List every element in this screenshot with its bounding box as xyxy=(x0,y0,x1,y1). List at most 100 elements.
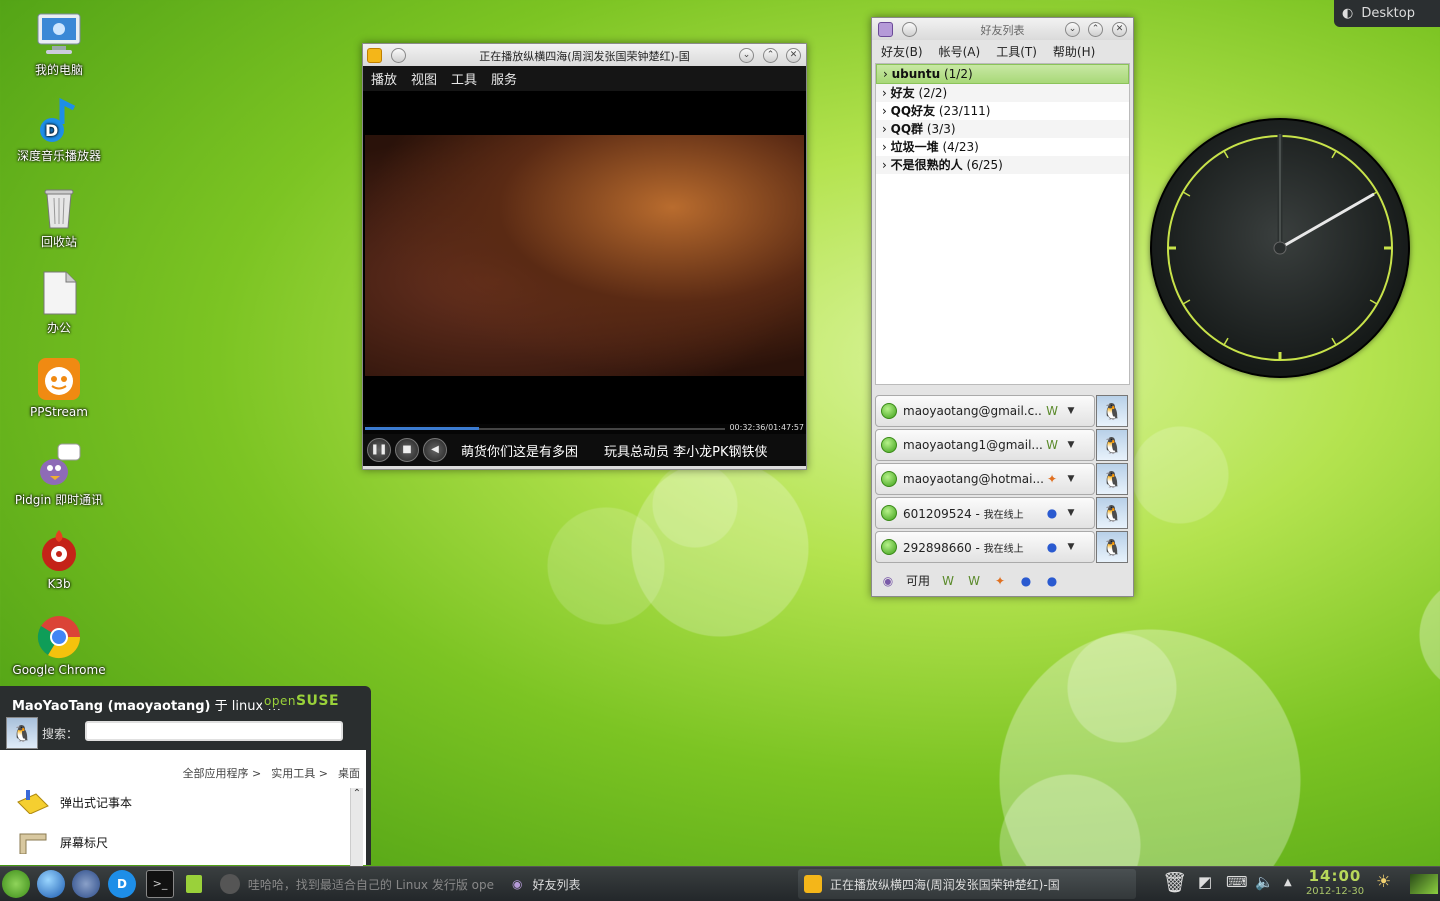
clock-tick xyxy=(1331,337,1337,346)
opensuse-menu-icon[interactable] xyxy=(2,870,30,898)
task-video-player[interactable]: 正在播放纵横四海(周润发张国荣钟楚红)-国 xyxy=(798,869,1136,899)
menu-help[interactable]: 帮助(H) xyxy=(1053,43,1095,60)
search-input[interactable] xyxy=(85,721,343,741)
desktop-icon-chrome[interactable]: Google Chrome xyxy=(4,614,114,677)
menu-service[interactable]: 服务 xyxy=(491,69,517,88)
desktop-icon-label: Google Chrome xyxy=(12,663,106,677)
buddy-list-window[interactable]: 好友列表 ⌄ ⌃ ✕ 好友(B) 帐号(A) 工具(T) 帮助(H) › ubu… xyxy=(871,17,1134,597)
chevron-down-icon[interactable]: ▼ xyxy=(1061,542,1081,552)
qq-account-icon[interactable]: ● xyxy=(1044,573,1060,589)
application-launcher[interactable]: MaoYaoTang (maoyaotang) 于 linux-m openSU… xyxy=(0,686,371,866)
menu-tools[interactable]: 工具 xyxy=(451,69,477,88)
account-status-selector[interactable]: maoyaotang@gmail.c... W ▼ xyxy=(875,395,1095,427)
scroll-up-icon[interactable]: ⌃ xyxy=(351,788,363,799)
desktop-icon-trash[interactable]: 回收站 xyxy=(4,184,114,250)
desktop-icon-pidgin[interactable]: Pidgin 即时通讯 xyxy=(4,442,114,508)
menu-play[interactable]: 播放 xyxy=(371,69,397,88)
breadcrumb: 全部应用程序 > 实用工具 > 桌面 xyxy=(183,765,360,781)
task-buddy-list[interactable]: ◉ 好友列表 xyxy=(508,869,788,899)
terminal-icon[interactable]: >_ xyxy=(146,870,174,898)
expand-tray-icon[interactable]: ▲ xyxy=(1284,877,1292,888)
menu-tools[interactable]: 工具(T) xyxy=(996,43,1037,60)
keyboard-icon[interactable]: ⌨ xyxy=(1226,873,1248,891)
menu-buddies[interactable]: 好友(B) xyxy=(881,43,923,60)
desktop-icon-computer[interactable]: 我的电脑 xyxy=(4,12,114,78)
desktop-icon-office[interactable]: 办公 xyxy=(4,270,114,336)
stop-button[interactable]: ■ xyxy=(395,438,419,462)
account-status-selector[interactable]: 292898660 - 我在线上 ● ▼ xyxy=(875,531,1095,563)
globe-icon[interactable] xyxy=(37,870,65,898)
account-status-selector[interactable]: maoyaotang1@gmail.... W ▼ xyxy=(875,429,1095,461)
chrome-task-icon xyxy=(220,874,240,894)
account-status-selector[interactable]: maoyaotang@hotmai... ✦ ▼ xyxy=(875,463,1095,495)
chevron-down-icon[interactable]: ▼ xyxy=(1061,440,1081,450)
volume-icon[interactable]: 🔈 xyxy=(1255,873,1274,891)
maximize-icon[interactable]: ⌃ xyxy=(763,48,778,63)
buddy-titlebar[interactable]: 好友列表 ⌄ ⌃ ✕ xyxy=(872,18,1133,40)
launcher-scrollbar[interactable]: ⌃ xyxy=(350,788,363,866)
desktop-icon-k3b[interactable]: K3b xyxy=(4,528,114,591)
available-status-icon xyxy=(881,505,897,521)
video-player-window[interactable]: 正在播放纵横四海(周润发张国荣钟楚红)-国 ⌄ ⌃ ✕ 播放 视图 工具 服务 … xyxy=(362,43,807,470)
account-status-selector[interactable]: 601209524 - 我在线上 ● ▼ xyxy=(875,497,1095,529)
music-player-icon[interactable]: D xyxy=(108,870,136,898)
group-row[interactable]: › QQ群 (3/3) xyxy=(876,120,1129,138)
desktop-icon-music-player[interactable]: D 深度音乐播放器 xyxy=(4,97,114,164)
breadcrumb-utilities[interactable]: 实用工具 > xyxy=(271,765,328,781)
chevron-down-icon[interactable]: ▼ xyxy=(1061,406,1081,416)
maximize-icon[interactable]: ⌃ xyxy=(1088,22,1103,37)
menu-view[interactable]: 视图 xyxy=(411,69,437,88)
close-icon[interactable]: ✕ xyxy=(1112,22,1127,37)
desktop-pager[interactable] xyxy=(1410,874,1438,894)
notes-icon[interactable] xyxy=(186,875,202,893)
news-ticker[interactable]: 萌货你们这是有多困 玩具总动员 李小龙PK钢铁侠 xyxy=(461,441,801,460)
weather-icon[interactable]: ☀ xyxy=(1376,872,1391,892)
desktop-button[interactable]: ◐ Desktop xyxy=(1334,0,1440,27)
group-row[interactable]: › 垃圾一堆 (4/23) xyxy=(876,138,1129,156)
menu-accounts[interactable]: 帐号(A) xyxy=(939,43,981,60)
qq-icon: ● xyxy=(1046,506,1058,520)
account-avatar[interactable]: 🐧 xyxy=(1096,497,1128,529)
pause-button[interactable]: ❚❚ xyxy=(367,438,391,462)
gtalk-account-icon[interactable]: W xyxy=(966,573,982,589)
player-titlebar[interactable]: 正在播放纵横四海(周润发张国荣钟楚红)-国 ⌄ ⌃ ✕ xyxy=(363,44,806,66)
account-avatar[interactable]: 🐧 xyxy=(1096,429,1128,461)
launcher-item-notes[interactable]: 弹出式记事本 xyxy=(16,790,132,814)
buddy-group-list[interactable]: › ubuntu (1/2) › 好友 (2/2) › QQ好友 (23/111… xyxy=(875,63,1130,385)
trash-tray-icon[interactable]: 🗑 xyxy=(1162,870,1187,894)
group-row[interactable]: › 不是很熟的人 (6/25) xyxy=(876,156,1129,174)
minimize-icon[interactable]: ⌄ xyxy=(1065,22,1080,37)
account-avatar[interactable]: 🐧 xyxy=(1096,531,1128,563)
breadcrumb-desktop[interactable]: 桌面 xyxy=(338,765,360,781)
analog-clock-widget[interactable] xyxy=(1150,118,1410,378)
msn-account-icon[interactable]: ✦ xyxy=(992,573,1008,589)
account-avatar[interactable]: 🐧 xyxy=(1096,463,1128,495)
chat-tray-icon[interactable]: ◩ xyxy=(1198,873,1212,891)
group-row[interactable]: › ubuntu (1/2) xyxy=(876,64,1129,84)
global-status-bar[interactable]: ◉ 可用 W W ✦ ● ● xyxy=(880,572,1060,589)
global-status-label[interactable]: 可用 xyxy=(906,572,930,589)
video-screen[interactable] xyxy=(363,91,806,424)
minimize-icon[interactable]: ⌄ xyxy=(739,48,754,63)
account-avatar[interactable]: 🐧 xyxy=(1096,395,1128,427)
desktop-icon-label: PPStream xyxy=(30,405,88,419)
volume-button[interactable]: ◀ xyxy=(423,438,447,462)
qq-account-icon[interactable]: ● xyxy=(1018,573,1034,589)
kontact-icon[interactable] xyxy=(72,870,100,898)
digital-clock[interactable]: 14:00 2012-12-30 xyxy=(1302,867,1368,897)
chevron-down-icon[interactable]: ▼ xyxy=(1061,508,1081,518)
seek-bar[interactable]: 00:32:36/01:47:57 xyxy=(363,423,806,434)
task-browser[interactable]: 哇哈哈，找到最适合自己的 Linux 发行版 ope xyxy=(216,869,494,899)
group-row[interactable]: › 好友 (2/2) xyxy=(876,84,1129,102)
desktop-icon-ppstream[interactable]: PPStream xyxy=(4,356,114,419)
breadcrumb-all-apps[interactable]: 全部应用程序 > xyxy=(183,765,262,781)
gtalk-account-icon[interactable]: W xyxy=(940,573,956,589)
group-row[interactable]: › QQ好友 (23/111) xyxy=(876,102,1129,120)
user-avatar[interactable]: 🐧 xyxy=(6,717,38,749)
svg-text:D: D xyxy=(45,121,58,140)
chevron-down-icon[interactable]: ▼ xyxy=(1061,474,1081,484)
launcher-item-label: 屏幕标尺 xyxy=(60,835,109,850)
launcher-panel: 全部应用程序 > 实用工具 > 桌面 弹出式记事本 屏幕标尺 ⌃ xyxy=(0,750,366,866)
launcher-item-ruler[interactable]: 屏幕标尺 xyxy=(16,830,108,854)
close-icon[interactable]: ✕ xyxy=(786,48,801,63)
